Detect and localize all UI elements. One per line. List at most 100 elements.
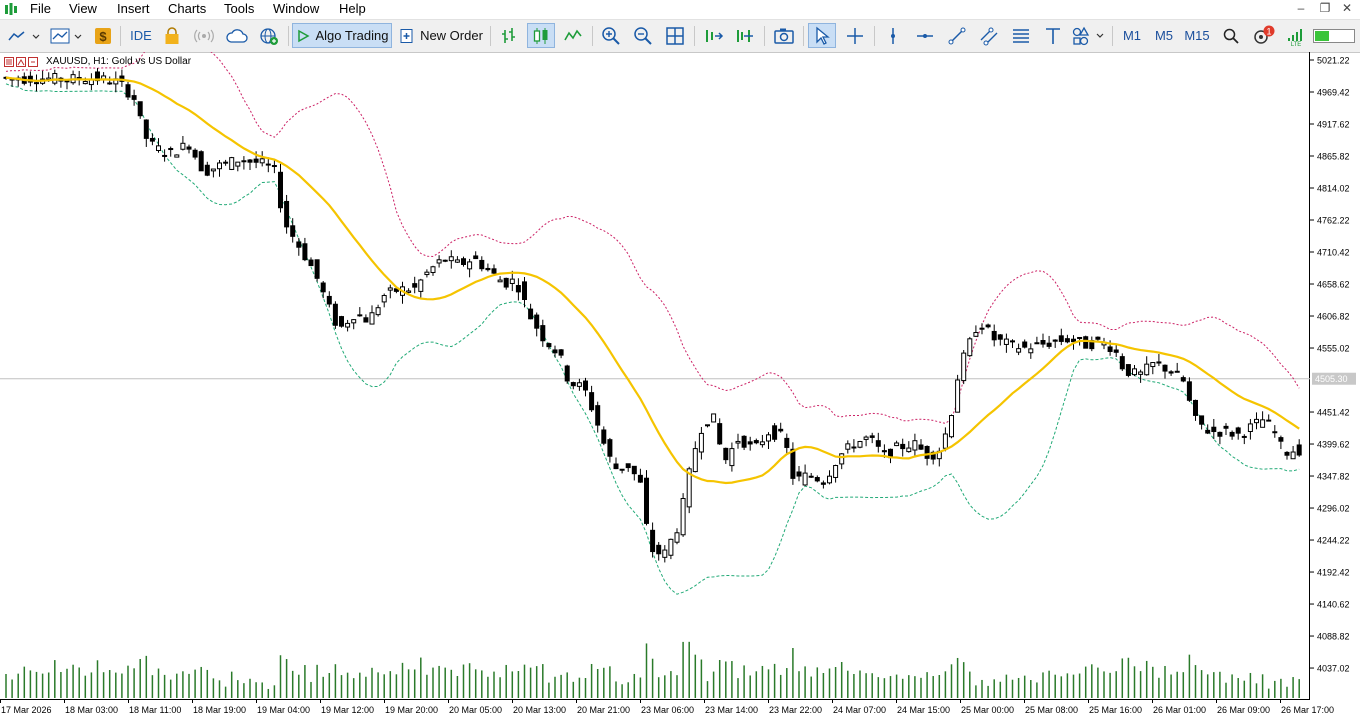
candle-body (619, 468, 625, 471)
menu-bar: File View Insert Charts Tools Window Hel… (0, 0, 1360, 19)
line-chart-button[interactable] (560, 23, 586, 48)
current-price-label: 4505.30 (1315, 374, 1348, 384)
time-axis: 17 Mar 2026 18 Mar 03:00 18 Mar 11:00 18 Ma… (0, 700, 1334, 715)
tile-windows-icon[interactable] (662, 23, 688, 48)
time-label: 17 Mar 2026 (1, 705, 52, 715)
candle-body (790, 448, 796, 479)
crosshair-icon[interactable] (842, 23, 868, 48)
algo-trading-button[interactable]: Algo Trading (292, 23, 392, 48)
candle-body (869, 435, 875, 438)
candle-body (278, 171, 283, 209)
notifications-icon[interactable]: 1 (1250, 23, 1278, 48)
candle-body (784, 437, 790, 448)
candle-body (985, 324, 991, 328)
auto-scroll-icon[interactable] (700, 23, 726, 48)
candle-body (412, 283, 418, 288)
menu-window[interactable]: Window (271, 1, 321, 17)
candle-body (210, 168, 216, 172)
price-label: 4192.42 (1317, 568, 1350, 578)
candle-body (955, 379, 961, 413)
signals-icon[interactable] (192, 23, 216, 48)
candle-body (814, 477, 820, 482)
candle-body (271, 165, 277, 168)
trendline-icon[interactable] (944, 23, 970, 48)
new-order-button[interactable]: New Order (398, 23, 484, 48)
search-icon[interactable] (1218, 23, 1244, 48)
menu-charts[interactable]: Charts (166, 1, 208, 17)
close-icon[interactable]: ✕ (1338, 0, 1356, 18)
candle-body (1040, 340, 1046, 345)
bar-chart-button[interactable] (496, 23, 522, 48)
shapes-dropdown-icon[interactable] (1070, 23, 1108, 48)
text-tool-icon[interactable] (1040, 23, 1066, 48)
candle-body (637, 474, 643, 483)
channel-icon[interactable] (976, 23, 1002, 48)
candle-body (1186, 381, 1192, 401)
menu-insert[interactable]: Insert (115, 1, 152, 17)
toolbar: $ IDE Algo Trading New Order M1 M5 M15 1… (0, 19, 1360, 53)
indicators-button[interactable] (48, 23, 86, 48)
screenshot-camera-icon[interactable] (770, 23, 798, 48)
candle-body (570, 382, 576, 387)
candle-body (656, 544, 662, 555)
candle-body (131, 95, 137, 100)
price-axis: 5021.22 4969.42 4917.62 4865.82 4814.02 4762.… (1310, 56, 1356, 674)
candle-body (820, 482, 826, 485)
cloud-icon[interactable] (224, 23, 250, 48)
candle-body (833, 465, 839, 478)
signal-strength-icon[interactable]: LTE (1283, 23, 1309, 48)
candle-body (1247, 423, 1253, 432)
candle-body (747, 441, 753, 445)
timeframe-m1-button[interactable]: M1 (1118, 23, 1146, 48)
candle-body (558, 349, 564, 356)
timeframe-m15-button[interactable]: M15 (1181, 23, 1213, 48)
horizontal-line-icon[interactable] (912, 23, 938, 48)
candle-body (735, 440, 741, 444)
menu-tools[interactable]: Tools (222, 1, 256, 17)
candle-body (235, 161, 241, 167)
candle-body (442, 259, 448, 262)
candle-body (424, 271, 430, 276)
candle-body (1174, 370, 1180, 373)
candle-body (1052, 339, 1058, 342)
shopping-bag-icon[interactable] (160, 23, 184, 48)
menu-file[interactable]: File (28, 1, 53, 17)
zoom-out-icon[interactable] (630, 23, 656, 48)
menu-help[interactable]: Help (337, 1, 368, 17)
zoom-in-icon[interactable] (598, 23, 624, 48)
one-click-trading-icon[interactable] (28, 57, 38, 67)
candle-body (192, 149, 198, 158)
price-label: 4606.82 (1317, 312, 1350, 322)
candle-body (345, 322, 351, 328)
cursor-pointer-icon[interactable] (808, 23, 836, 48)
candle-body (906, 447, 912, 453)
chart-menu-icon[interactable] (4, 57, 14, 67)
ide-button[interactable]: IDE (126, 23, 156, 48)
time-label: 23 Mar 14:00 (705, 705, 758, 715)
candle-body (320, 282, 326, 293)
candle-body (680, 498, 686, 536)
market-dollar-icon[interactable]: $ (92, 23, 114, 48)
candle-body (723, 447, 729, 461)
menu-view[interactable]: View (67, 1, 99, 17)
candle-body (546, 343, 552, 348)
chart-shift-icon[interactable] (732, 23, 758, 48)
vps-globe-icon[interactable] (256, 23, 282, 48)
restore-icon[interactable]: ❐ (1316, 0, 1334, 18)
candlestick-button[interactable] (527, 23, 555, 48)
candle-body (839, 453, 845, 465)
candle-body (650, 529, 656, 553)
candle-body (1034, 342, 1040, 345)
minimize-icon[interactable]: – (1292, 0, 1310, 18)
candle-body (503, 277, 509, 288)
chart-type-line-button[interactable] (6, 23, 44, 48)
candle-body (156, 145, 161, 151)
timeframe-m5-button[interactable]: M5 (1150, 23, 1178, 48)
vertical-line-icon[interactable] (880, 23, 906, 48)
fibonacci-icon[interactable] (1008, 23, 1034, 48)
chart-window-icon[interactable] (16, 57, 26, 67)
candle-body (326, 295, 332, 305)
price-chart[interactable] (0, 52, 1310, 700)
candle-body (1150, 362, 1156, 368)
new-order-icon (400, 28, 413, 43)
